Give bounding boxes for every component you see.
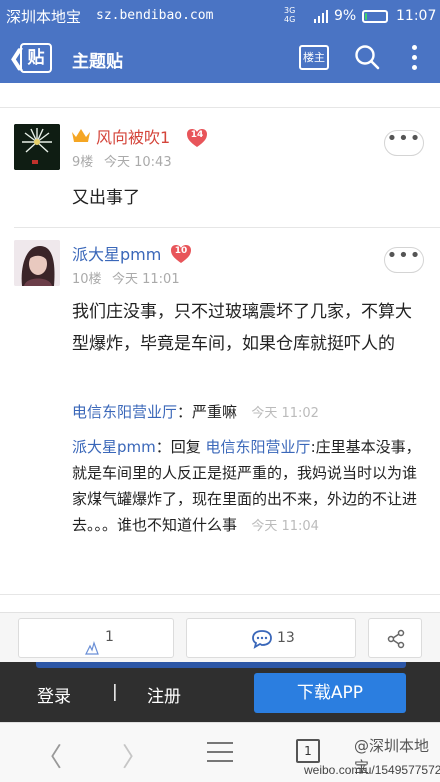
battery-percent: 9% — [334, 8, 357, 24]
network-type-4g: 4G — [284, 15, 296, 24]
divider — [0, 594, 440, 595]
reply-text: 严重嘛 — [192, 403, 238, 421]
post-time: 今天 11:01 — [112, 272, 180, 287]
level-badge: 10 — [170, 244, 192, 264]
status-bar: 深圳本地宝 sz.bendibao.com 3G 4G 9% 11:07 — [0, 0, 440, 33]
browser-tabs-button[interactable]: 1 — [296, 739, 320, 763]
app-header: ❮ 贴 主题贴 楼主 — [0, 33, 440, 83]
login-bar: 登录 | 注册 下载APP — [0, 662, 440, 722]
level-number: 14 — [190, 130, 204, 140]
search-icon[interactable] — [354, 44, 380, 70]
flower-avatar-image — [14, 124, 60, 170]
floor-number: 9楼 — [72, 155, 94, 170]
reply-target-username[interactable]: 电信东阳营业厅 — [206, 438, 311, 456]
floor-number: 10楼 — [72, 272, 102, 287]
reply-item: 电信东阳营业厅：严重嘛 今天 11:02 — [72, 399, 428, 427]
username[interactable]: 派大星pmm — [72, 241, 161, 265]
reply-time: 今天 11:02 — [251, 406, 319, 421]
battery-icon — [362, 10, 388, 23]
tieba-logo[interactable]: 贴 — [20, 43, 52, 73]
share-icon — [387, 629, 405, 649]
reply-prefix: 回复 — [170, 438, 206, 456]
reply-item: 派大星pmm：回复 电信东阳营业厅:庄里基本没事，就是车间里的人反正是挺严重的，… — [72, 434, 428, 540]
reply-username[interactable]: 电信东阳营业厅 — [72, 403, 177, 421]
browser-menu-icon[interactable] — [207, 742, 233, 762]
browser-forward-icon[interactable]: 〉 — [122, 737, 148, 774]
like-button[interactable]: 1 — [18, 618, 174, 658]
login-link[interactable]: 登录 — [37, 682, 71, 707]
like-icon — [85, 641, 99, 655]
like-count: 1 — [105, 629, 114, 645]
weibo-watermark-url: weibo.com/u/1549577572 — [304, 763, 440, 777]
browser-back-icon[interactable]: 〈 — [36, 737, 62, 774]
download-app-button[interactable]: 下载APP — [254, 673, 406, 713]
post-time: 今天 10:43 — [104, 155, 172, 170]
battery-level-fill — [365, 13, 367, 20]
comment-icon — [252, 630, 272, 649]
reply-time: 今天 11:04 — [251, 519, 319, 534]
clock: 11:07 — [396, 8, 437, 24]
crown-icon — [72, 129, 90, 142]
post-body: 又出事了 — [72, 188, 140, 208]
signal-strength-icon — [314, 10, 328, 23]
reply-separator: ： — [177, 403, 193, 421]
reply-separator: ： — [155, 438, 171, 456]
share-button[interactable] — [368, 618, 422, 658]
post-body: 我们庄没事，只不过玻璃震坏了几家，不算大型爆炸，毕竟是车间，如果仓库就挺吓人的 — [72, 302, 412, 354]
watermark-text: 深圳本地宝 — [6, 8, 82, 26]
blue-strip — [36, 662, 406, 668]
username[interactable]: 风向被吹1 — [96, 124, 170, 148]
avatar[interactable] — [14, 124, 60, 170]
level-number: 10 — [174, 246, 188, 256]
divider — [14, 227, 440, 228]
divider — [0, 107, 440, 108]
girl-avatar-image — [14, 240, 60, 286]
network-type-3g: 3G — [284, 6, 296, 15]
post-more-button[interactable]: ••• — [384, 247, 424, 273]
owner-only-button[interactable]: 楼主 — [299, 45, 329, 70]
avatar[interactable] — [14, 240, 60, 286]
reply-username[interactable]: 派大星pmm — [72, 438, 156, 456]
post-action-bar: 1 13 — [0, 612, 440, 662]
login-separator: | — [112, 682, 118, 702]
comment-button[interactable]: 13 — [186, 618, 356, 658]
register-link[interactable]: 注册 — [147, 682, 181, 707]
post-more-button[interactable]: ••• — [384, 130, 424, 156]
watermark-url: sz.bendibao.com — [96, 8, 214, 23]
level-badge: 14 — [186, 128, 208, 148]
network-type-labels: 3G 4G — [284, 6, 295, 24]
page-title: 主题贴 — [72, 52, 123, 72]
comment-count: 13 — [277, 630, 295, 646]
more-vertical-icon[interactable] — [410, 45, 418, 71]
